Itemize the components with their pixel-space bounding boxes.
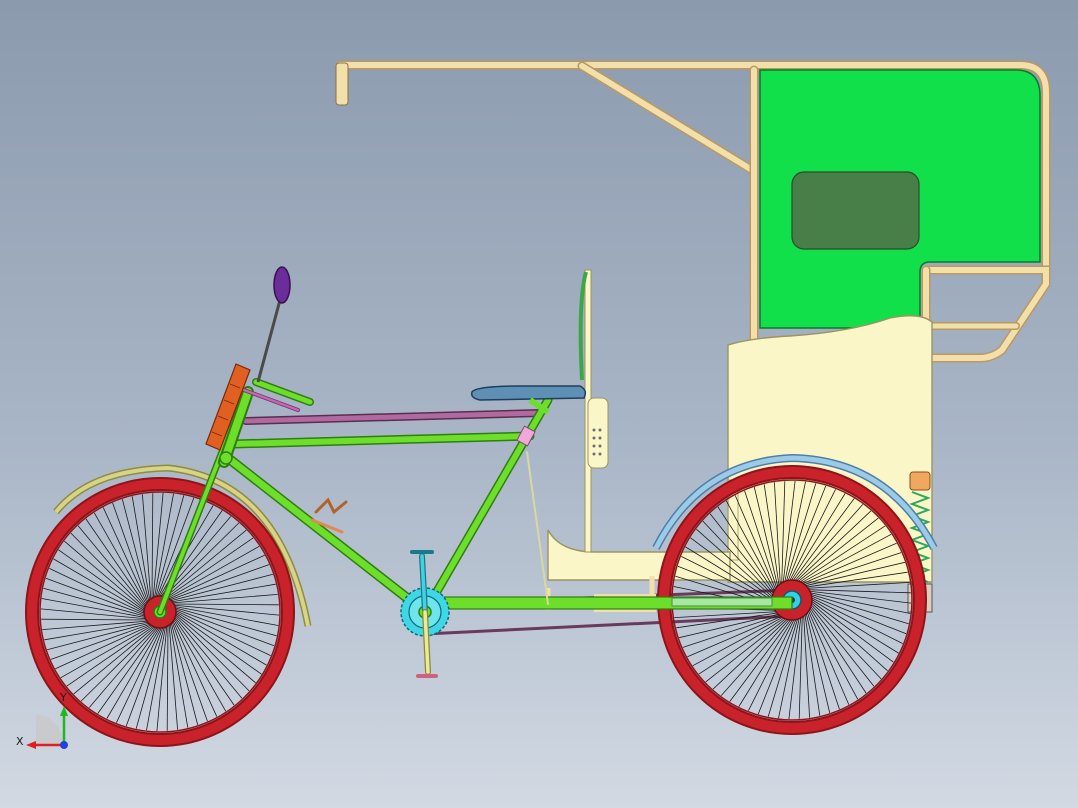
x-axis-arrowhead bbox=[26, 741, 36, 749]
axis-triad: X Y bbox=[16, 691, 68, 749]
cad-viewport[interactable]: X Y bbox=[0, 0, 1078, 808]
z-axis-indicator bbox=[60, 741, 68, 749]
triad-plane bbox=[36, 714, 64, 745]
x-axis-label: X bbox=[16, 735, 24, 748]
y-axis-label: Y bbox=[59, 691, 67, 704]
y-axis-arrowhead bbox=[60, 706, 68, 716]
